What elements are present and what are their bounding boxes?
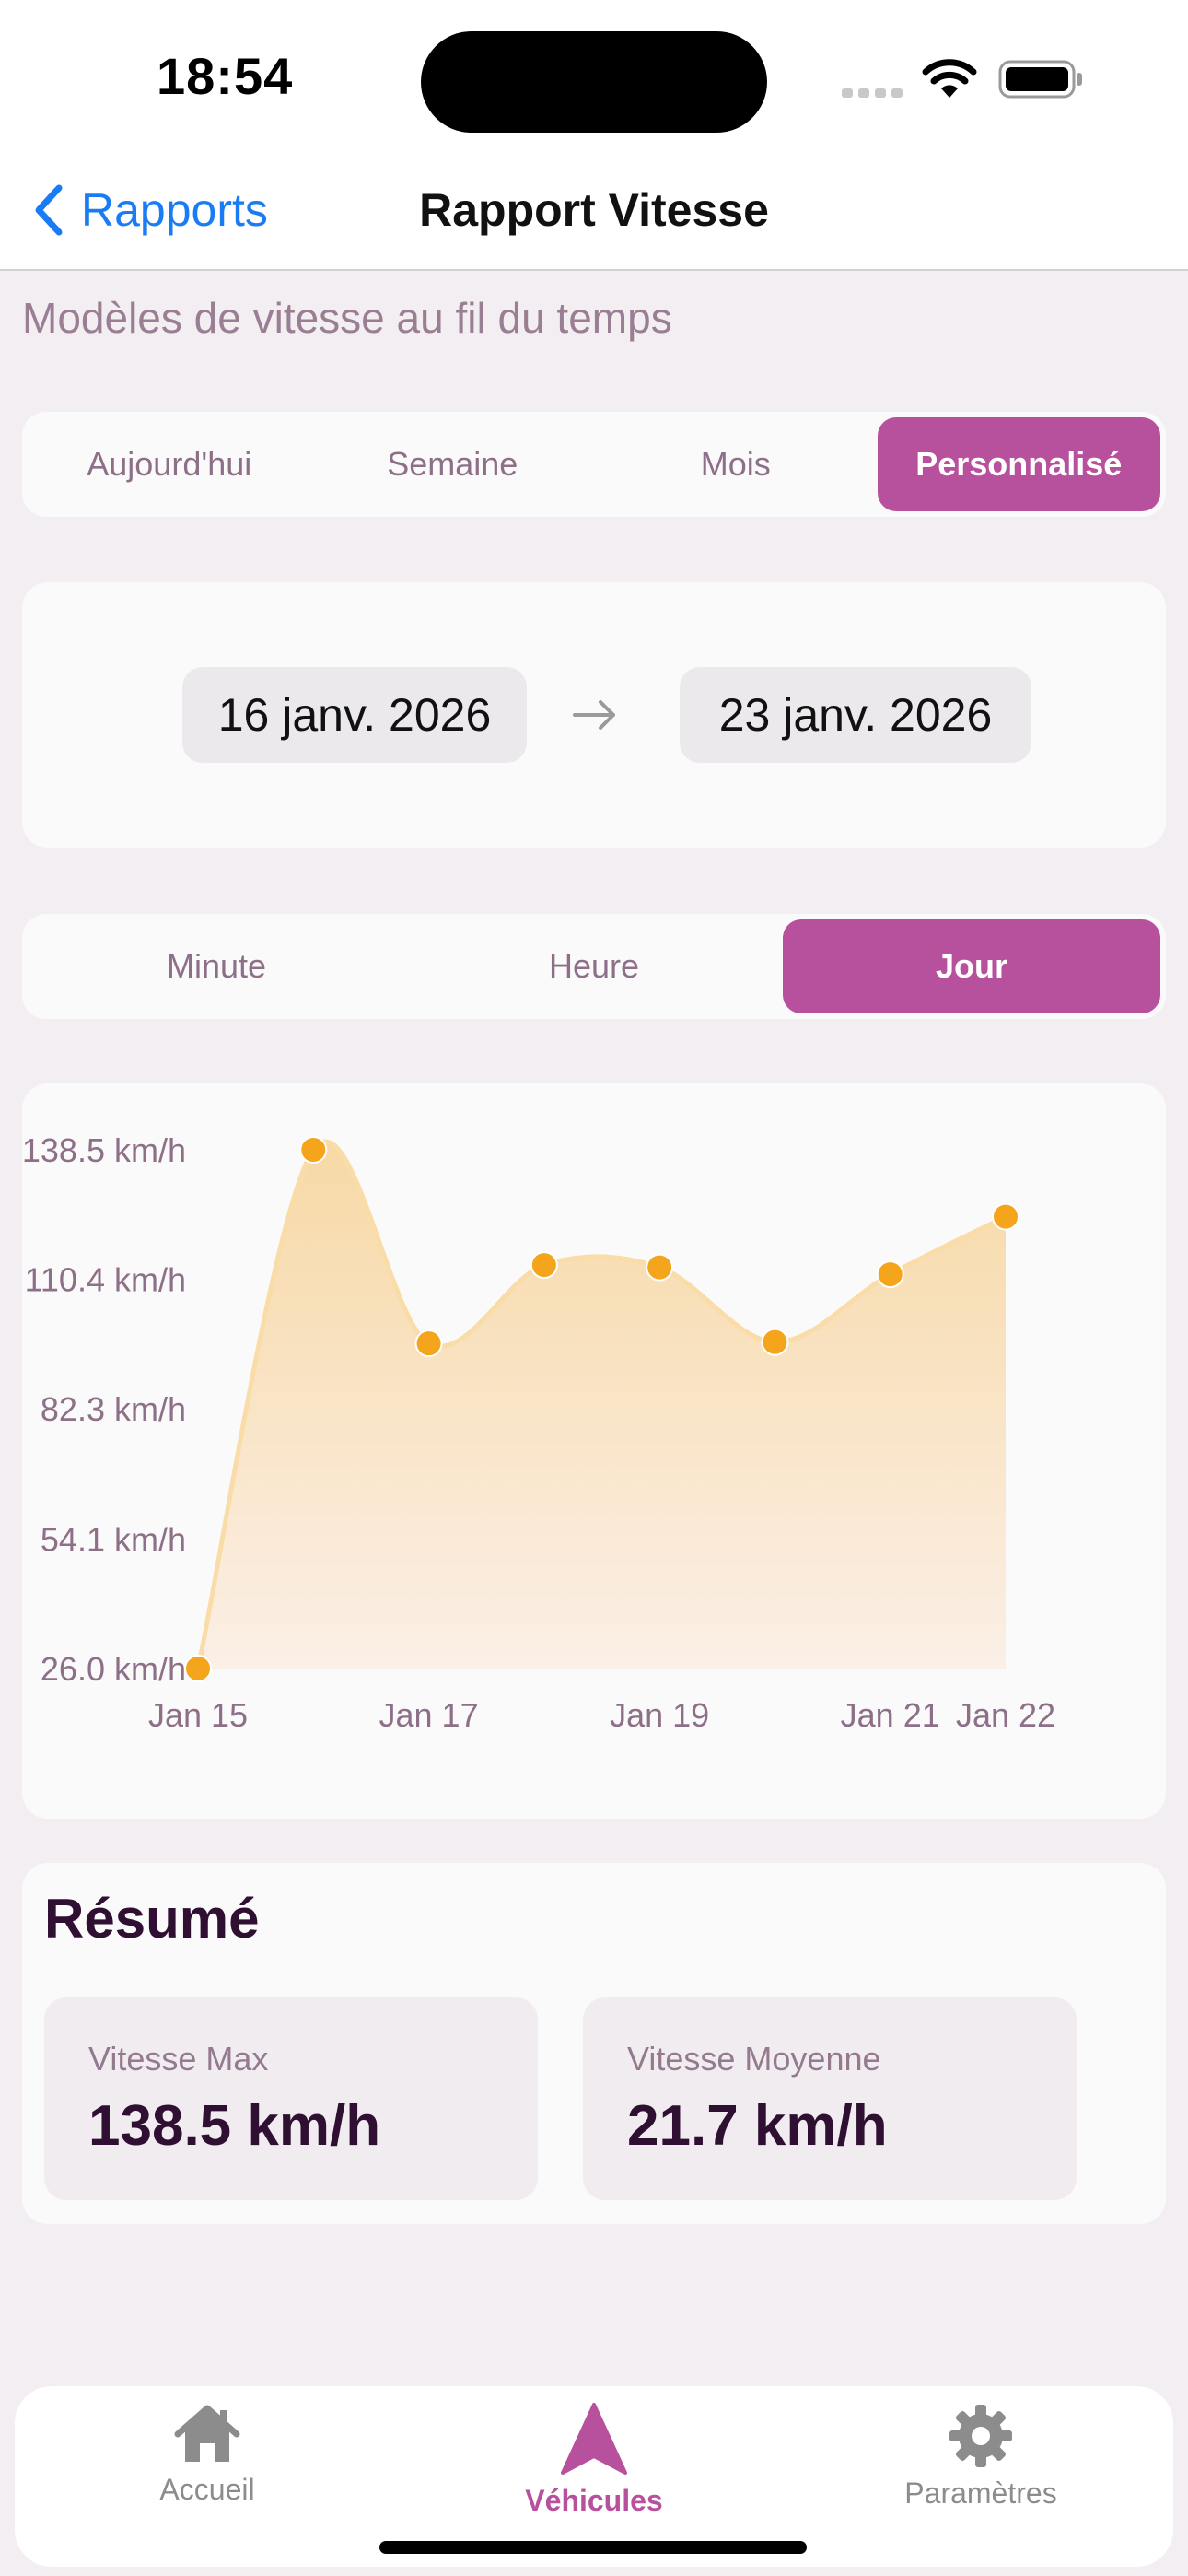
tab-home-label: Accueil <box>159 2473 255 2506</box>
dynamic-island <box>421 31 767 133</box>
data-point <box>876 1260 904 1289</box>
data-point <box>646 1253 674 1282</box>
y-axis-tick-label: 26.0 km/h <box>41 1650 186 1688</box>
home-indicator <box>379 2541 807 2554</box>
speed-area-fill <box>198 1142 1006 1669</box>
start-date-picker[interactable]: 16 janv. 2026 <box>182 667 527 763</box>
tab-hour[interactable]: Heure <box>405 919 783 1013</box>
house-icon <box>174 2405 240 2462</box>
wifi-icon <box>922 59 977 98</box>
data-point <box>530 1251 558 1280</box>
avg-speed-value: 21.7 km/h <box>627 2094 888 2158</box>
end-date-picker[interactable]: 23 janv. 2026 <box>680 667 1031 763</box>
period-selector: Aujourd'hui Semaine Mois Personnalisé <box>22 412 1166 517</box>
tab-vehicles-label: Véhicules <box>525 2484 663 2517</box>
x-axis-tick-label: Jan 15 <box>148 1696 248 1734</box>
y-axis-tick-label: 110.4 km/h <box>25 1261 186 1299</box>
avg-speed-stat: Vitesse Moyenne 21.7 km/h <box>583 1997 1077 2200</box>
x-axis-tick-label: Jan 22 <box>956 1696 1055 1734</box>
granularity-selector: Minute Heure Jour <box>22 914 1166 1019</box>
cellular-signal-icon <box>842 88 903 98</box>
gear-icon <box>949 2405 1012 2467</box>
tab-week[interactable]: Semaine <box>311 417 595 511</box>
battery-icon <box>998 60 1082 99</box>
navigation-arrow-icon <box>561 2403 627 2475</box>
max-speed-stat: Vitesse Max 138.5 km/h <box>44 1997 538 2200</box>
tab-settings-label: Paramètres <box>904 2476 1057 2510</box>
data-point <box>761 1328 789 1356</box>
data-point <box>992 1202 1019 1231</box>
back-button[interactable]: Rapports <box>31 181 268 240</box>
tab-custom[interactable]: Personnalisé <box>877 417 1160 511</box>
summary-title: Résumé <box>44 1888 260 1950</box>
tab-minute[interactable]: Minute <box>28 919 405 1013</box>
y-axis-tick-label: 138.5 km/h <box>22 1131 186 1169</box>
tab-today[interactable]: Aujourd'hui <box>28 417 311 511</box>
page-subtitle: Modèles de vitesse au fil du temps <box>22 294 672 342</box>
data-point <box>184 1655 212 1682</box>
back-button-label: Rapports <box>81 184 268 236</box>
y-axis-tick-label: 54.1 km/h <box>41 1520 186 1558</box>
x-axis-tick-label: Jan 17 <box>379 1696 479 1734</box>
data-point <box>299 1136 328 1164</box>
chevron-left-icon <box>35 184 63 236</box>
max-speed-label: Vitesse Max <box>88 2040 269 2078</box>
x-axis-tick-label: Jan 21 <box>841 1696 940 1734</box>
data-point <box>414 1329 443 1358</box>
avg-speed-label: Vitesse Moyenne <box>627 2040 881 2078</box>
x-axis-tick-label: Jan 19 <box>610 1696 709 1734</box>
tab-home[interactable]: Accueil <box>87 2403 327 2523</box>
max-speed-value: 138.5 km/h <box>88 2094 381 2158</box>
arrow-right-icon <box>573 700 615 730</box>
speed-chart: 138.5 km/h 110.4 km/h 82.3 km/h 54.1 km/h 26… <box>22 1131 1055 1734</box>
tab-settings[interactable]: Paramètres <box>861 2403 1101 2523</box>
tab-month[interactable]: Mois <box>594 417 878 511</box>
y-axis-tick-label: 82.3 km/h <box>41 1390 186 1428</box>
tab-day[interactable]: Jour <box>783 919 1160 1013</box>
status-time: 18:54 <box>157 47 294 105</box>
tab-vehicles[interactable]: Véhicules <box>474 2403 714 2523</box>
